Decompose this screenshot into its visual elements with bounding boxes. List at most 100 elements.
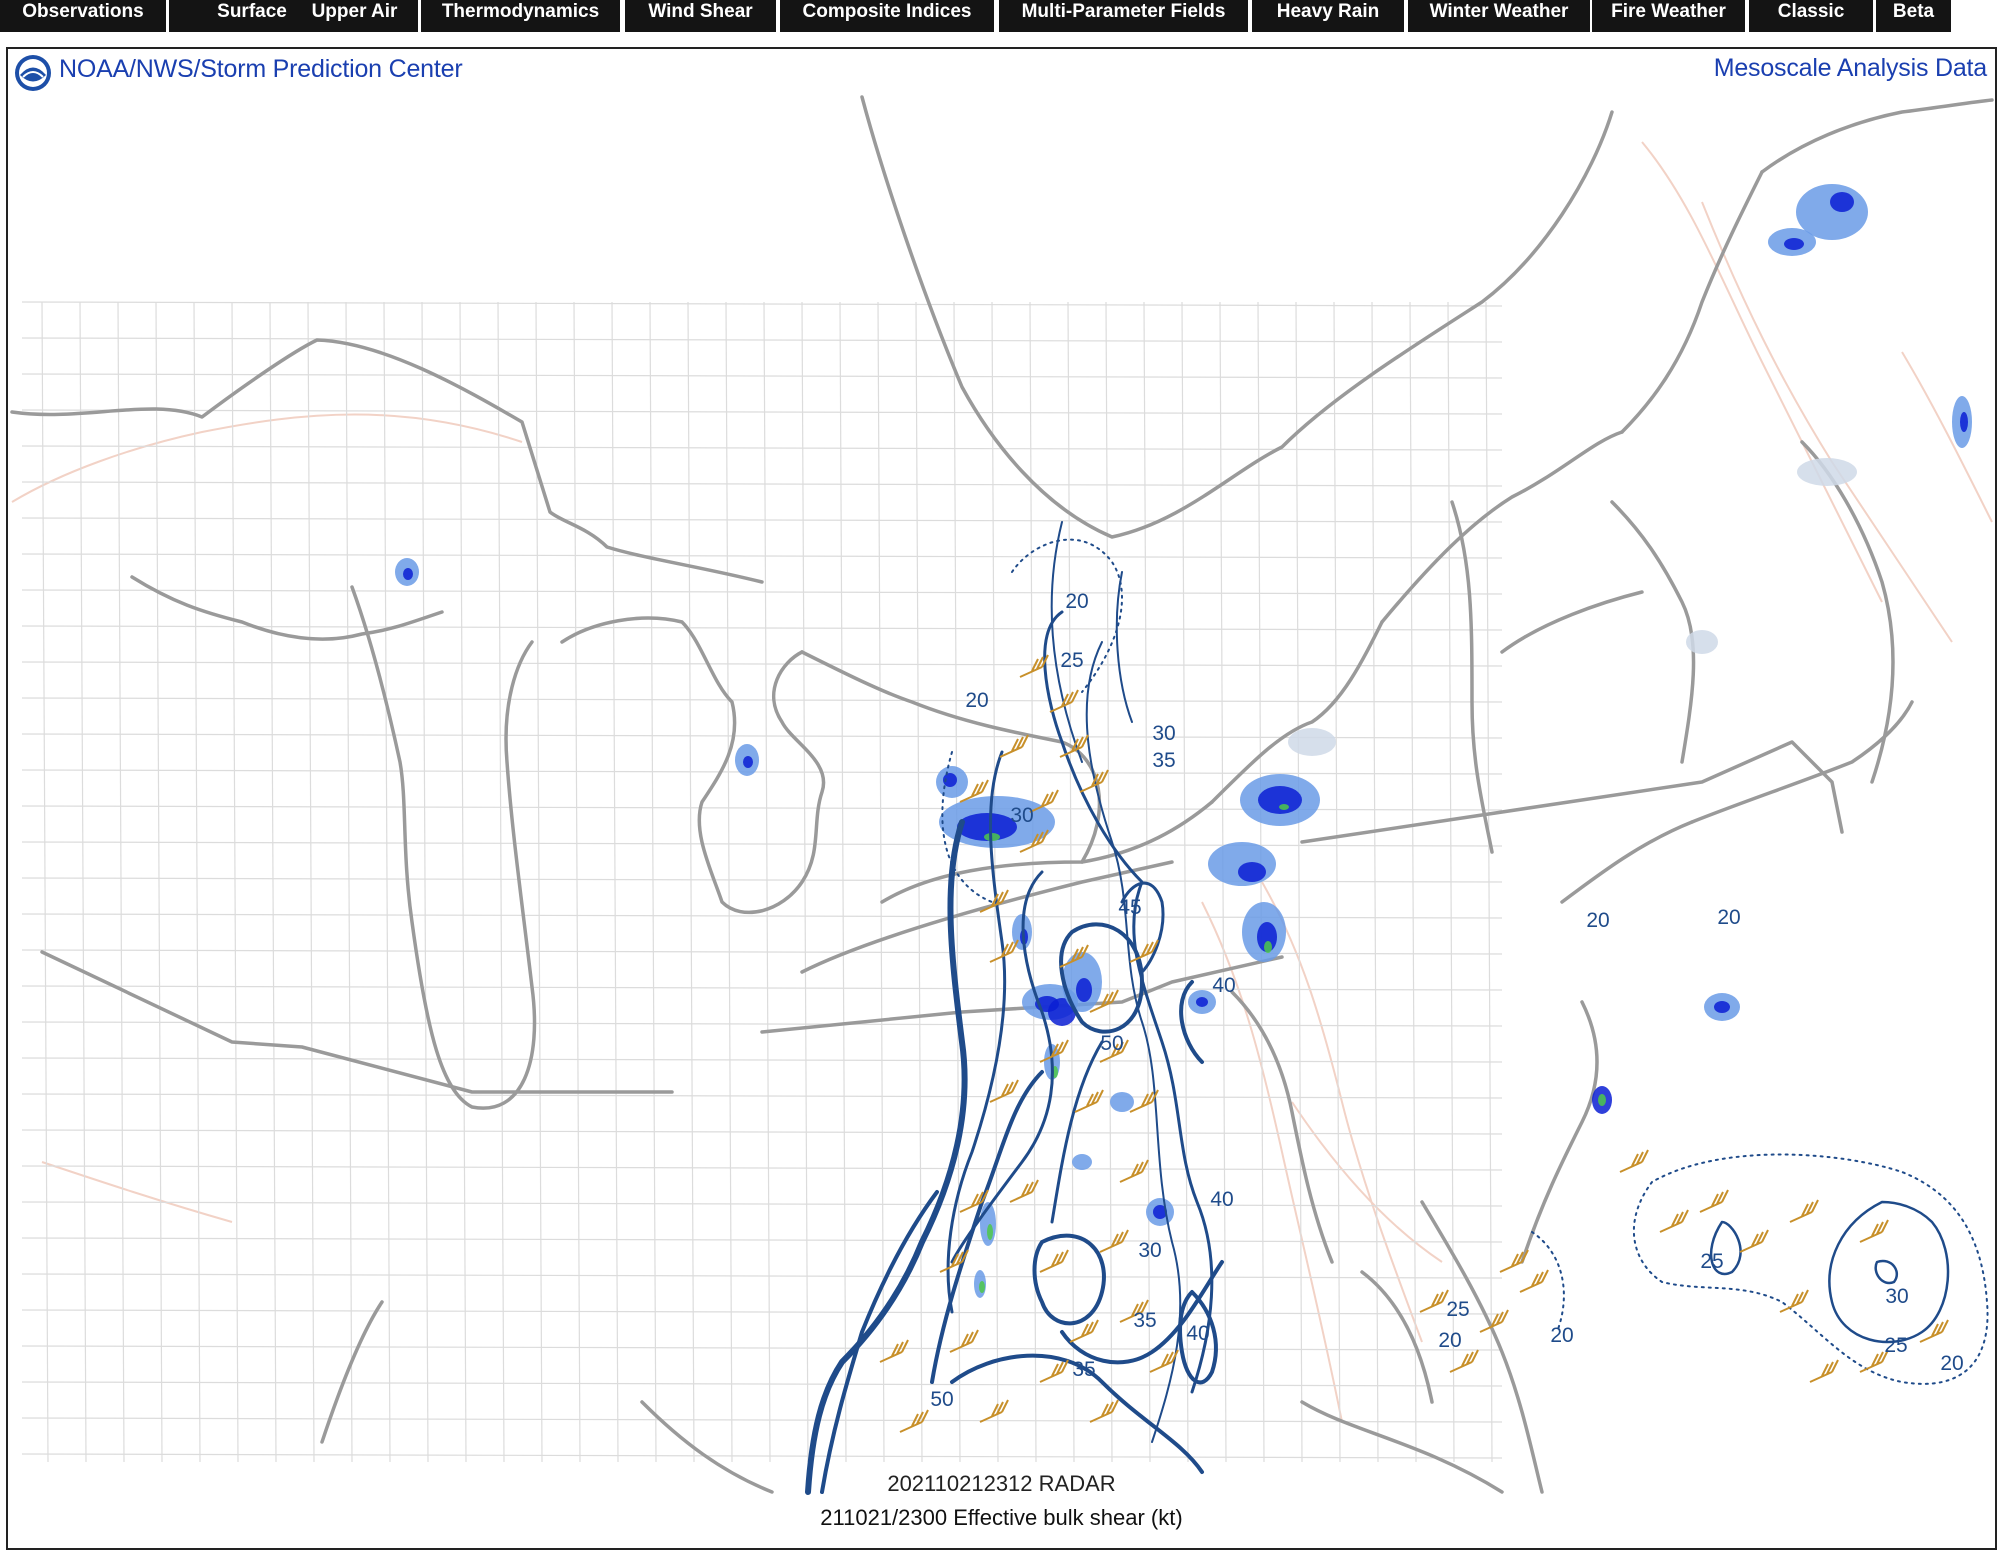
wind-barb-47 bbox=[1519, 1269, 1549, 1293]
radar-echo-33 bbox=[1784, 238, 1804, 250]
contour-label: 30 bbox=[1152, 722, 1175, 745]
contour-label: 40 bbox=[1186, 1322, 1209, 1345]
county-line-70 bbox=[21, 1417, 1503, 1423]
boundary-line-26 bbox=[1500, 590, 1644, 654]
county-line-67 bbox=[21, 1309, 1503, 1315]
wind-barb-35 bbox=[1699, 1189, 1729, 1213]
county-line-9 bbox=[383, 301, 391, 1463]
boundary-line-15 bbox=[1520, 1000, 1599, 1264]
tab-classic[interactable]: Classic bbox=[1749, 0, 1873, 32]
radar-echo-21 bbox=[1196, 997, 1208, 1007]
wind-barb-33 bbox=[1619, 1149, 1649, 1173]
contour-label: 40 bbox=[1210, 1188, 1233, 1211]
county-line-28 bbox=[1105, 301, 1113, 1463]
contour-label: 25 bbox=[1700, 1250, 1723, 1273]
county-line-42 bbox=[21, 409, 1503, 415]
boundary-line-24 bbox=[1450, 500, 1494, 854]
contour-label: 30 bbox=[1010, 804, 1033, 827]
radar-echo-31 bbox=[1830, 192, 1854, 212]
tab-thermodynamics[interactable]: Thermodynamics bbox=[421, 0, 620, 32]
wind-barb-46 bbox=[1449, 1349, 1479, 1373]
county-line-62 bbox=[21, 1129, 1503, 1135]
county-line-15 bbox=[611, 301, 619, 1463]
tab-upper-air[interactable]: Upper Air bbox=[291, 0, 418, 32]
radar-echo-25 bbox=[979, 1281, 985, 1293]
contour-label: 50 bbox=[1100, 1032, 1123, 1055]
tab-fire-weather[interactable]: Fire Weather bbox=[1592, 0, 1745, 32]
county-line-71 bbox=[21, 1453, 1503, 1459]
wind-barb-34 bbox=[1659, 1209, 1689, 1233]
tab-beta[interactable]: Beta bbox=[1876, 0, 1951, 32]
radar-echo-9 bbox=[1238, 862, 1266, 882]
contour-label: 50 bbox=[930, 1388, 953, 1411]
tab-multi-parameter-fields[interactable]: Multi-Parameter Fields bbox=[999, 0, 1248, 32]
tab-winter-weather[interactable]: Winter Weather bbox=[1408, 0, 1590, 32]
shear-contour-19 bbox=[1874, 1259, 1899, 1285]
radar-echo-23 bbox=[987, 1224, 993, 1240]
contour-label: 35 bbox=[1152, 749, 1175, 772]
radar-reflectivity bbox=[395, 184, 1972, 1298]
radar-echo-41 bbox=[1686, 630, 1718, 654]
shear-contour-14 bbox=[1115, 571, 1133, 723]
radar-timestamp: 202110212312 RADAR bbox=[887, 1471, 1116, 1496]
contour-label: 20 bbox=[1550, 1324, 1573, 1347]
radar-echo-40 bbox=[1797, 458, 1857, 486]
noaa-logo bbox=[15, 55, 51, 91]
radar-echo-48 bbox=[1072, 1154, 1092, 1170]
wind-barb-38 bbox=[1859, 1219, 1889, 1243]
contour-label: 20 bbox=[1717, 906, 1740, 929]
wind-barb-20 bbox=[1009, 1179, 1039, 1203]
terrain-line-6 bbox=[41, 1161, 233, 1223]
county-line-64 bbox=[21, 1201, 1503, 1207]
map-caption: 211021/2300 Effective bulk shear (kt) bbox=[820, 1505, 1183, 1530]
county-line-27 bbox=[1067, 301, 1075, 1463]
county-line-48 bbox=[21, 625, 1503, 631]
county-line-40 bbox=[21, 337, 1503, 343]
terrain-line-7 bbox=[1901, 351, 1993, 523]
county-line-60 bbox=[21, 1057, 1503, 1063]
tab-observations[interactable]: Observations bbox=[0, 0, 166, 32]
county-line-8 bbox=[345, 301, 353, 1463]
radar-echo-39 bbox=[1960, 412, 1968, 432]
county-line-18 bbox=[725, 301, 733, 1463]
county-line-49 bbox=[21, 661, 1503, 667]
state-and-coast-boundaries bbox=[10, 95, 1994, 1494]
county-boundaries bbox=[21, 301, 1503, 1463]
county-line-10 bbox=[421, 301, 429, 1463]
county-line-12 bbox=[497, 301, 505, 1463]
shear-contour-9 bbox=[1032, 1233, 1106, 1326]
shear-contour-16 bbox=[1050, 1040, 1104, 1224]
tab-wind-shear[interactable]: Wind Shear bbox=[625, 0, 776, 32]
contour-label: 20 bbox=[965, 689, 988, 712]
terrain-line-5 bbox=[1291, 1101, 1443, 1263]
county-line-41 bbox=[21, 373, 1503, 379]
contour-label: 45 bbox=[1118, 896, 1141, 919]
county-line-6 bbox=[269, 301, 277, 1463]
radar-echo-6 bbox=[1258, 786, 1302, 814]
radar-echo-27 bbox=[1714, 1001, 1730, 1013]
county-line-68 bbox=[21, 1345, 1503, 1351]
county-line-1 bbox=[79, 301, 87, 1463]
shear-contour-4 bbox=[820, 1190, 939, 1494]
contour-label: 30 bbox=[1138, 1239, 1161, 1262]
county-line-46 bbox=[21, 553, 1503, 559]
county-line-39 bbox=[21, 301, 1503, 307]
radar-echo-8 bbox=[1208, 842, 1276, 886]
county-line-0 bbox=[41, 301, 49, 1463]
county-line-44 bbox=[21, 481, 1503, 487]
boundary-line-25 bbox=[1800, 440, 1895, 784]
radar-echo-29 bbox=[1598, 1094, 1606, 1106]
shear-contour-dotted-3 bbox=[1531, 1231, 1565, 1333]
county-line-4 bbox=[193, 301, 201, 1463]
boundary-line-0 bbox=[10, 338, 764, 584]
radar-echo-42 bbox=[1288, 728, 1336, 756]
contour-label: 25 bbox=[1446, 1298, 1469, 1321]
boundary-line-2 bbox=[350, 585, 537, 1110]
tab-composite-indices[interactable]: Composite Indices bbox=[780, 0, 994, 32]
wind-barb-29 bbox=[1089, 1399, 1119, 1423]
boundary-line-17 bbox=[1360, 1270, 1434, 1404]
shear-contours bbox=[805, 521, 1989, 1495]
tab-heavy-rain[interactable]: Heavy Rain bbox=[1252, 0, 1404, 32]
boundary-line-23 bbox=[1610, 500, 1696, 764]
map-panel: 20 25 20 30 35 30 45 50 40 40 30 35 35 40 50 20 20 25 30 25… bbox=[6, 47, 1997, 1550]
